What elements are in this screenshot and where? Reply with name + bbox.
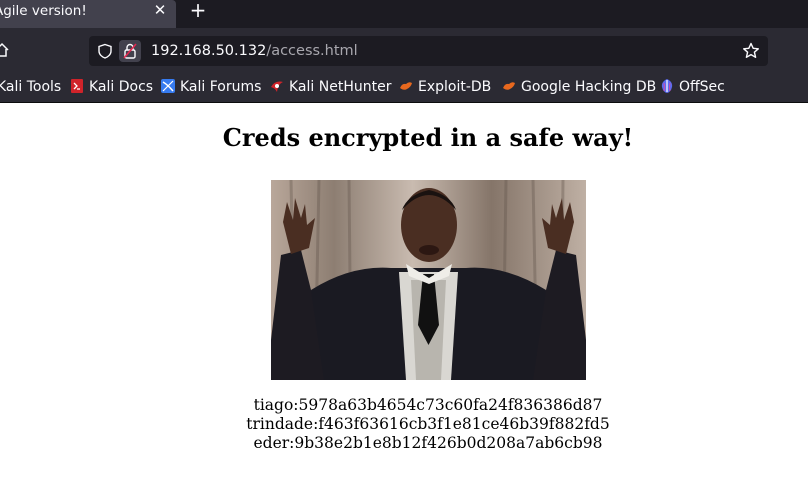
connection-info-button[interactable] <box>119 40 141 62</box>
tab-close-button[interactable]: ✕ <box>151 1 169 19</box>
bookmark-kali-forums[interactable]: Kali Forums <box>161 74 261 100</box>
offsec-icon <box>660 76 674 93</box>
bookmark-offsec[interactable]: OffSec <box>660 74 725 100</box>
bookmark-label: Kali NetHunter <box>289 79 392 95</box>
new-tab-button[interactable]: + <box>188 0 208 20</box>
bookmark-label: OffSec <box>679 79 725 95</box>
bookmark-label: Kali Docs <box>89 79 154 95</box>
credential-line: trindade:f463f63616cb3f1e81ce46b39f882fd… <box>246 415 610 433</box>
credential-line: eder:9b38e2b1e8b12f426b0d208a7ab6cb98 <box>253 434 603 452</box>
ghdb-icon <box>502 76 516 90</box>
tab-strip: Agile version! ✕ + <box>0 0 808 28</box>
bookmark-kali-tools[interactable]: Kali Tools <box>0 74 61 100</box>
bookmark-label: Kali Forums <box>180 79 262 95</box>
navigation-bar: 192.168.50.132/access.html <box>0 28 808 74</box>
bookmark-label: Exploit-DB <box>418 79 492 95</box>
bookmarks-toolbar: Kali Tools Kali Docs Kali Forums Kali Ne… <box>0 74 808 103</box>
credential-line: tiago:5978a63b4654c73c60fa24f836386d87 <box>253 396 603 414</box>
url-text[interactable]: 192.168.50.132/access.html <box>151 36 358 66</box>
insecure-lock-icon <box>123 43 137 63</box>
url-host: 192.168.50.132 <box>151 43 267 59</box>
url-path: /access.html <box>266 43 358 59</box>
bookmark-exploit-db[interactable]: Exploit-DB <box>399 74 491 100</box>
credentials-list: tiago:5978a63b4654c73c60fa24f836386d87 t… <box>0 396 808 453</box>
bookmark-label: Kali Tools <box>0 79 62 95</box>
bookmark-google-hacking-db[interactable]: Google Hacking DB <box>502 74 656 100</box>
kali-nethunter-icon <box>270 76 284 92</box>
bookmark-kali-docs[interactable]: Kali Docs <box>70 74 153 100</box>
kali-forums-icon <box>161 76 175 93</box>
page-content: Creds encrypted in a safe way! tiago:597… <box>0 103 808 503</box>
browser-tab[interactable]: Agile version! ✕ <box>0 0 176 28</box>
home-icon[interactable] <box>0 42 10 62</box>
page-heading: Creds encrypted in a safe way! <box>222 123 634 152</box>
bookmark-kali-nethunter[interactable]: Kali NetHunter <box>270 74 391 100</box>
bookmark-star-icon[interactable] <box>742 42 760 64</box>
tab-title: Agile version! <box>0 3 87 19</box>
kali-docs-icon <box>70 76 84 93</box>
exploit-db-icon <box>399 76 413 90</box>
address-bar[interactable]: 192.168.50.132/access.html <box>89 36 768 66</box>
shield-icon[interactable] <box>97 43 113 63</box>
butler-photo <box>271 180 586 380</box>
bookmark-label: Google Hacking DB <box>521 79 657 95</box>
